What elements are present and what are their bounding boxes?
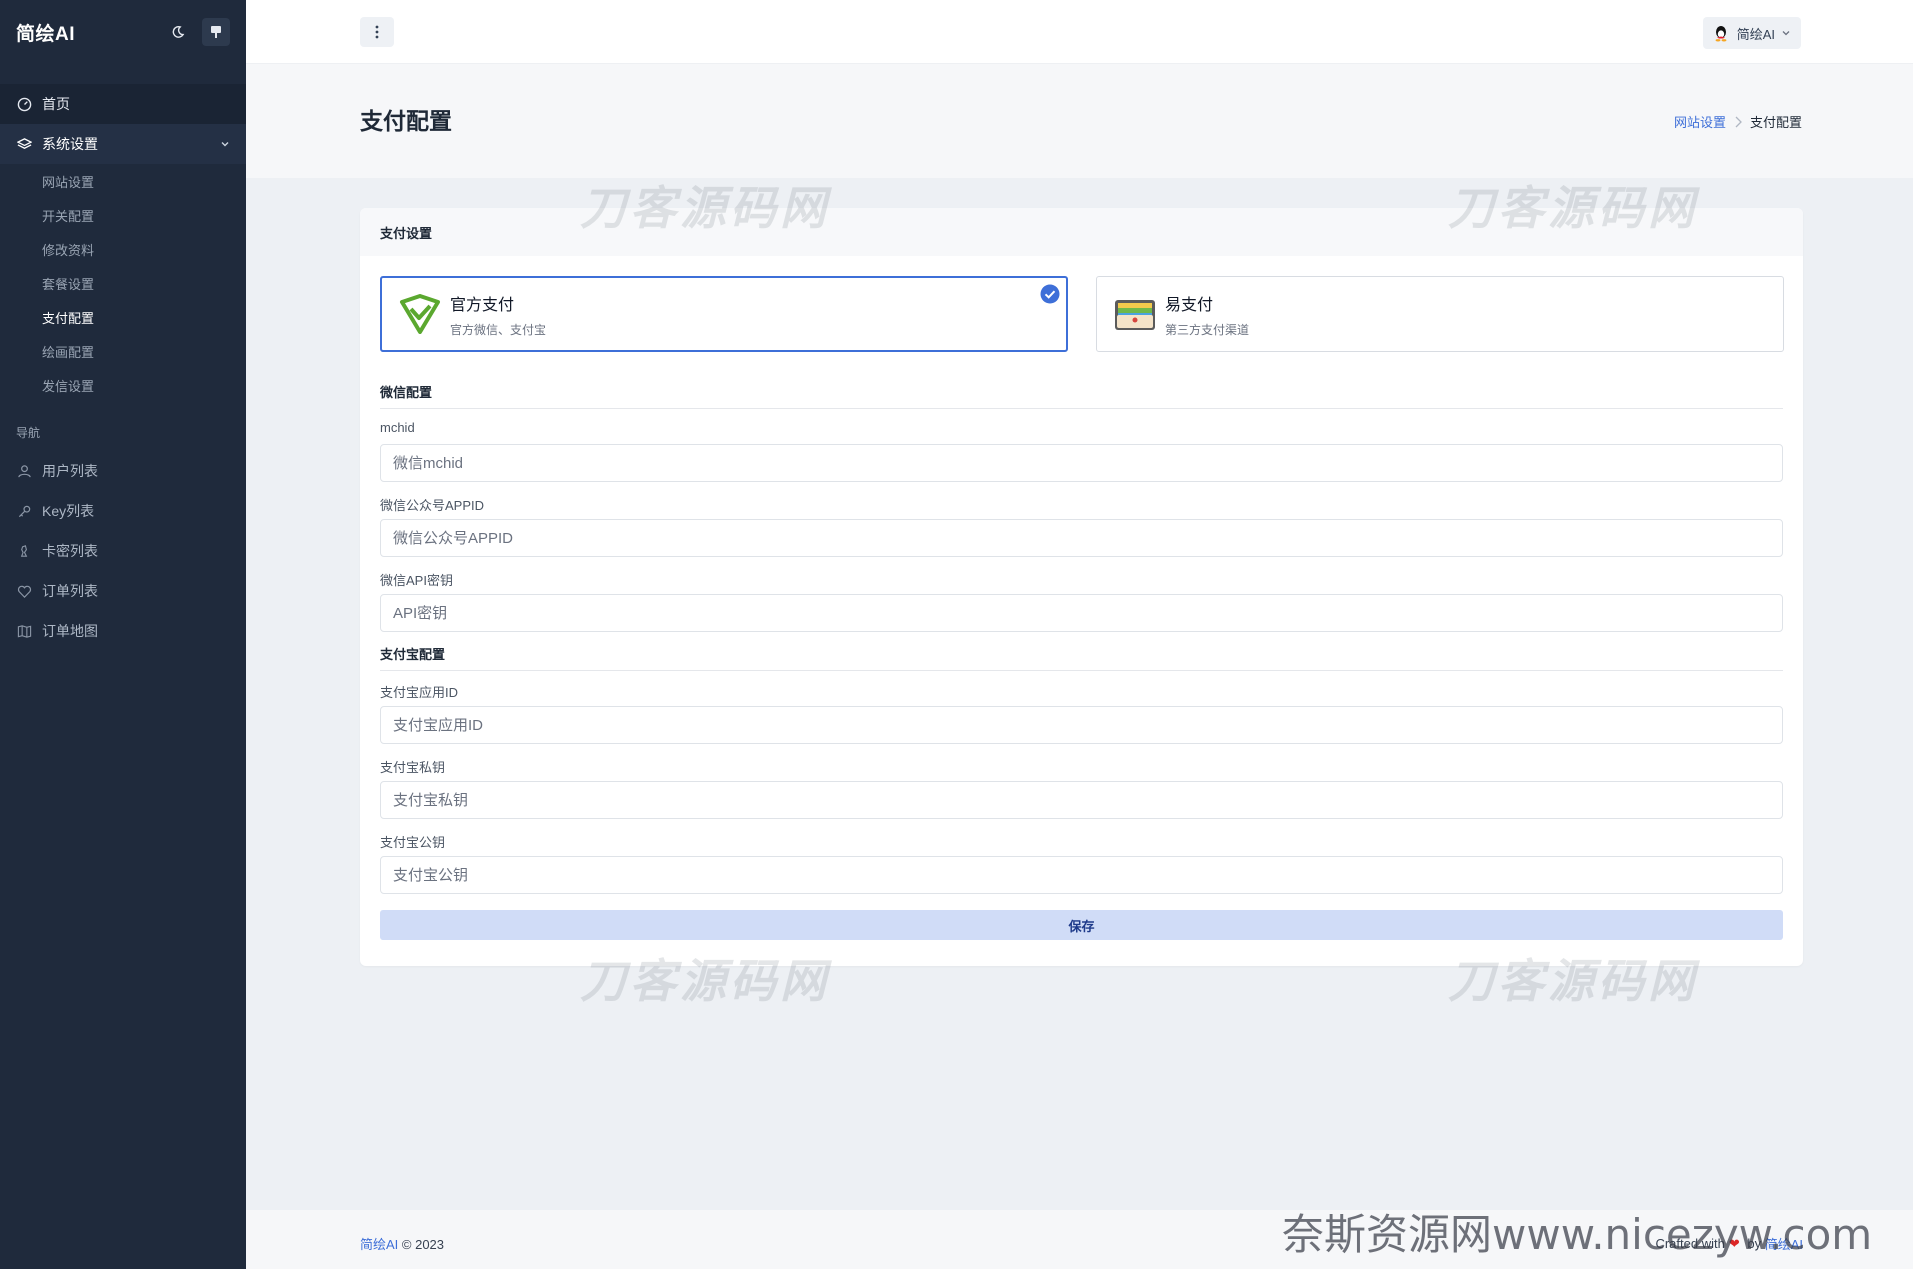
topbar: 简绘AI — [246, 0, 1913, 64]
wechat-apikey-label: 微信API密钥 — [380, 573, 453, 588]
alipay-private-key-input[interactable] — [380, 781, 1783, 819]
sidebar-item-label: 订单列表 — [42, 583, 98, 599]
wechat-appid-label: 微信公众号APPID — [380, 498, 485, 513]
wechat-appid-input[interactable] — [380, 519, 1783, 557]
section-title-wechat: 微信配置 — [380, 382, 1783, 409]
sidebar-nav: 首页 系统设置 网站设置 开关配置 修改资料 套餐设置 支付配置 绘画配置 发信… — [0, 64, 246, 651]
save-button[interactable]: 保存 — [380, 910, 1783, 940]
watermark: 刀客源码网 — [580, 182, 830, 234]
payment-option-desc: 官方微信、支付宝 — [450, 322, 547, 337]
breadcrumb-current: 支付配置 — [1749, 115, 1802, 130]
watermark: 刀客源码网 — [580, 955, 830, 1007]
moon-icon — [172, 25, 185, 38]
footer-brand-link[interactable]: 简绘AI — [360, 1237, 398, 1252]
sidebar-subitem-site-settings[interactable]: 网站设置 — [0, 164, 246, 198]
sidebar-subitem-mail-settings[interactable]: 发信设置 — [0, 368, 246, 402]
payment-option-title: 易支付 — [1165, 296, 1214, 314]
sidebar: 简绘AI 首页 系统设置 网站设置 开关配置 修改资料 套餐设置 支付配置 绘画… — [0, 0, 246, 1269]
sidebar-item-label: 卡密列表 — [42, 543, 98, 559]
sidebar-item-keys[interactable]: Key列表 — [0, 491, 246, 531]
sidebar-subitem-drawing-config[interactable]: 绘画配置 — [0, 334, 246, 368]
heart-icon — [16, 583, 32, 599]
copyright-text: © 2023 — [398, 1237, 445, 1252]
sidebar-item-label: 首页 — [42, 96, 70, 112]
payment-option-desc: 第三方支付渠道 — [1165, 322, 1250, 337]
payment-option-title: 官方支付 — [450, 296, 515, 314]
layers-icon — [16, 136, 32, 152]
sidebar-header: 简绘AI — [0, 0, 246, 64]
user-menu-button[interactable]: 简绘AI — [1702, 17, 1801, 49]
mchid-input[interactable] — [380, 444, 1783, 482]
sidebar-item-system-settings[interactable]: 系统设置 — [0, 124, 246, 164]
sidebar-subitem-switch-config[interactable]: 开关配置 — [0, 198, 246, 232]
qq-avatar-icon — [1713, 24, 1729, 42]
sidebar-item-label: 订单地图 — [42, 623, 98, 639]
alipay-public-key-label: 支付宝公钥 — [380, 835, 446, 850]
sidebar-heading-nav: 导航 — [16, 426, 41, 440]
watermark: 刀客源码网 — [1448, 182, 1698, 234]
sidebar-item-orders[interactable]: 订单列表 — [0, 571, 246, 611]
alipay-public-key-input[interactable] — [380, 856, 1783, 894]
watermark: 刀客源码网 — [1448, 955, 1698, 1007]
alipay-appid-label: 支付宝应用ID — [380, 685, 459, 700]
sidebar-item-label: 用户列表 — [42, 463, 98, 479]
user-icon — [16, 463, 32, 479]
dark-mode-toggle[interactable] — [164, 18, 192, 46]
breadcrumb-parent-link[interactable]: 网站设置 — [1674, 112, 1726, 131]
selected-check-icon — [1040, 284, 1060, 309]
sidebar-style-toggle[interactable] — [202, 18, 230, 46]
payment-option-epay[interactable]: 易支付 第三方支付渠道 — [1096, 276, 1784, 352]
chevron-down-icon — [1781, 28, 1791, 38]
sidebar-item-order-map[interactable]: 订单地图 — [0, 611, 246, 651]
payment-option-official[interactable]: 官方支付 官方微信、支付宝 — [380, 276, 1068, 352]
brush-icon — [211, 26, 221, 38]
diamond-check-icon — [396, 290, 444, 338]
key-icon — [16, 503, 32, 519]
user-name: 简绘AI — [1736, 26, 1775, 42]
wallet-icon — [1111, 290, 1159, 338]
mchid-label: mchid — [380, 420, 415, 435]
sidebar-subitem-payment-config[interactable]: 支付配置 — [0, 300, 246, 334]
chevron-right-icon — [1734, 116, 1742, 128]
alipay-appid-input[interactable] — [380, 706, 1783, 744]
chevron-down-icon — [220, 136, 230, 152]
more-options-button[interactable] — [360, 17, 394, 47]
payment-settings-card: 支付设置 官方支付 官方微信、支付宝 易支付 第三方支付渠道 微信配置 mchi… — [360, 208, 1803, 966]
section-title-alipay: 支付宝配置 — [380, 644, 1783, 671]
chess-icon — [16, 543, 32, 559]
sidebar-item-label: 系统设置 — [42, 136, 98, 152]
map-icon — [16, 623, 32, 639]
sidebar-item-home[interactable]: 首页 — [0, 84, 246, 124]
sidebar-item-label: Key列表 — [42, 503, 95, 519]
footer-copyright: 简绘AI © 2023 — [360, 1234, 444, 1253]
dashboard-icon — [16, 96, 32, 112]
sidebar-subitem-plan-settings[interactable]: 套餐设置 — [0, 266, 246, 300]
sidebar-item-users[interactable]: 用户列表 — [0, 451, 246, 491]
breadcrumb: 网站设置 支付配置 — [1674, 112, 1802, 131]
site-watermark: 奈斯资源网www.nicezyw.com — [1282, 1210, 1873, 1259]
page-hero: 支付配置 网站设置 支付配置 — [246, 64, 1913, 178]
sidebar-item-cards[interactable]: 卡密列表 — [0, 531, 246, 571]
brand-logo[interactable]: 简绘AI — [16, 19, 154, 46]
vertical-dots-icon — [375, 25, 379, 39]
page-title: 支付配置 — [360, 108, 452, 134]
alipay-private-key-label: 支付宝私钥 — [380, 760, 446, 775]
wechat-apikey-input[interactable] — [380, 594, 1783, 632]
sidebar-subitem-edit-profile[interactable]: 修改资料 — [0, 232, 246, 266]
